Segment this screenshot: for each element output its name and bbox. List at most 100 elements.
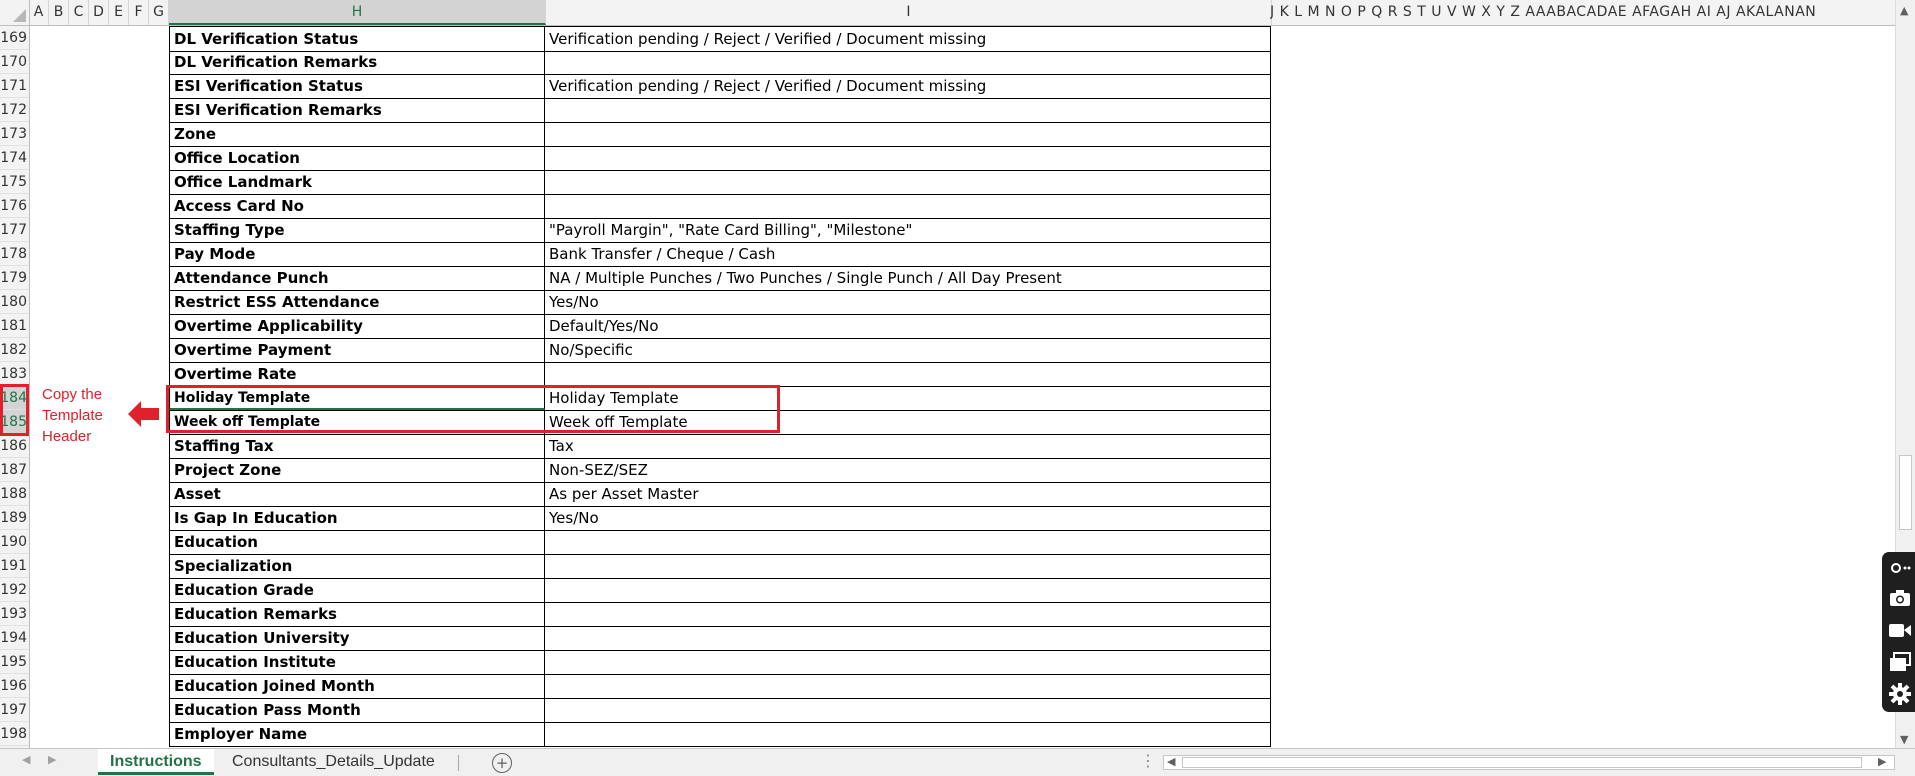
field-value-cell[interactable]: No/Specific xyxy=(545,338,1271,362)
field-value-cell[interactable] xyxy=(545,50,1271,74)
field-name-cell[interactable]: DL Verification Status xyxy=(169,27,545,51)
row-header[interactable]: 173 xyxy=(0,122,29,146)
row-header[interactable]: 175 xyxy=(0,170,29,194)
row-header[interactable]: 198 xyxy=(0,722,29,746)
field-name-cell[interactable]: Overtime Applicability xyxy=(169,314,545,338)
field-value-cell[interactable] xyxy=(545,578,1271,602)
row-header[interactable]: 183 xyxy=(0,362,29,386)
field-value-cell[interactable] xyxy=(545,674,1271,698)
field-name-cell[interactable]: Education Joined Month xyxy=(169,674,545,698)
field-name-cell[interactable]: Asset xyxy=(169,482,545,506)
field-name-cell[interactable]: Employer Name xyxy=(169,722,545,746)
row-header[interactable]: 194 xyxy=(0,626,29,650)
field-value-cell[interactable] xyxy=(545,626,1271,650)
field-name-cell[interactable]: Staffing Tax xyxy=(169,434,545,458)
field-value-cell[interactable] xyxy=(545,98,1271,122)
row-header[interactable]: 172 xyxy=(0,98,29,122)
field-value-cell[interactable] xyxy=(545,554,1271,578)
field-value-cell[interactable] xyxy=(545,146,1271,170)
field-name-cell[interactable]: Education Pass Month xyxy=(169,698,545,722)
column-header-f[interactable]: F xyxy=(129,0,149,25)
field-name-cell[interactable]: Office Landmark xyxy=(169,170,545,194)
row-header[interactable]: 190 xyxy=(0,530,29,554)
field-name-cell[interactable]: Specialization xyxy=(169,554,545,578)
field-name-cell[interactable]: ESI Verification Status xyxy=(169,74,545,98)
column-headers-narrow[interactable]: J K L M N O P Q R S T U V W X Y Z AAABAC… xyxy=(1270,0,1895,25)
field-name-cell[interactable]: Education Institute xyxy=(169,650,545,674)
row-header[interactable]: 176 xyxy=(0,194,29,218)
column-header-i[interactable]: I xyxy=(546,0,1272,25)
field-value-cell[interactable]: Tax xyxy=(545,434,1271,458)
prev-sheet-icon[interactable]: ◀ xyxy=(22,753,30,766)
column-header-a[interactable]: A xyxy=(29,0,49,25)
field-value-cell[interactable] xyxy=(545,194,1271,218)
row-header[interactable]: 174 xyxy=(0,146,29,170)
row-header[interactable]: 188 xyxy=(0,482,29,506)
video-icon[interactable] xyxy=(1888,618,1912,642)
select-all-corner[interactable] xyxy=(0,0,30,25)
field-name-cell[interactable]: Pay Mode xyxy=(169,242,545,266)
row-header[interactable]: 189 xyxy=(0,506,29,530)
camera-icon[interactable] xyxy=(1888,586,1912,610)
field-name-cell[interactable]: Overtime Rate xyxy=(169,362,545,386)
row-header[interactable]: 195 xyxy=(0,650,29,674)
field-value-cell[interactable]: Yes/No xyxy=(545,506,1271,530)
field-name-cell[interactable]: DL Verification Remarks xyxy=(169,50,545,74)
row-header[interactable]: 197 xyxy=(0,698,29,722)
column-header-b[interactable]: B xyxy=(49,0,69,25)
row-header[interactable]: 169 xyxy=(0,26,29,50)
field-name-cell[interactable]: Overtime Payment xyxy=(169,338,545,362)
scroll-right-icon[interactable]: ▶ xyxy=(1878,755,1886,768)
scroll-up-icon[interactable]: ▲ xyxy=(1900,4,1908,17)
gear-icon[interactable] xyxy=(1888,682,1912,706)
pin-icon[interactable] xyxy=(1888,556,1912,580)
field-value-cell[interactable] xyxy=(545,122,1271,146)
field-name-cell[interactable]: Education University xyxy=(169,626,545,650)
field-value-cell[interactable] xyxy=(545,650,1271,674)
row-header[interactable]: 196 xyxy=(0,674,29,698)
field-value-cell[interactable] xyxy=(545,602,1271,626)
field-value-cell[interactable]: Yes/No xyxy=(545,290,1271,314)
field-value-cell[interactable]: NA / Multiple Punches / Two Punches / Si… xyxy=(545,266,1271,290)
field-value-cell[interactable]: Default/Yes/No xyxy=(545,314,1271,338)
field-name-cell[interactable]: Restrict ESS Attendance xyxy=(169,290,545,314)
field-name-cell[interactable]: Attendance Punch xyxy=(169,266,545,290)
row-header[interactable]: 170 xyxy=(0,50,29,74)
scroll-down-icon[interactable]: ▼ xyxy=(1900,733,1908,746)
scroll-left-icon[interactable]: ◀ xyxy=(1167,755,1175,768)
screens-icon[interactable] xyxy=(1888,650,1912,674)
field-value-cell[interactable] xyxy=(545,530,1271,554)
row-header[interactable]: 171 xyxy=(0,74,29,98)
field-name-cell[interactable]: Office Location xyxy=(169,146,545,170)
field-value-cell[interactable] xyxy=(545,362,1271,386)
field-name-cell[interactable]: Staffing Type xyxy=(169,218,545,242)
column-header-h[interactable]: H xyxy=(169,0,546,25)
row-header[interactable]: 177 xyxy=(0,218,29,242)
field-name-cell[interactable]: Education Grade xyxy=(169,578,545,602)
column-header-d[interactable]: D xyxy=(89,0,109,25)
vertical-scroll-thumb[interactable] xyxy=(1899,455,1912,530)
add-sheet-button[interactable]: + xyxy=(492,753,512,773)
column-header-g[interactable]: G xyxy=(149,0,169,25)
field-value-cell[interactable]: Bank Transfer / Cheque / Cash xyxy=(545,242,1271,266)
column-header-c[interactable]: C xyxy=(69,0,89,25)
field-name-cell[interactable]: Project Zone xyxy=(169,458,545,482)
field-value-cell[interactable]: "Payroll Margin", "Rate Card Billing", "… xyxy=(545,218,1271,242)
sheet-tab-instructions[interactable]: Instructions xyxy=(98,749,214,775)
field-value-cell[interactable]: Verification pending / Reject / Verified… xyxy=(545,27,1271,51)
row-header[interactable]: 181 xyxy=(0,314,29,338)
field-name-cell[interactable]: Zone xyxy=(169,122,545,146)
row-header[interactable]: 192 xyxy=(0,578,29,602)
row-header[interactable]: 178 xyxy=(0,242,29,266)
field-name-cell[interactable]: Education xyxy=(169,530,545,554)
field-value-cell[interactable] xyxy=(545,722,1271,746)
row-header[interactable]: 193 xyxy=(0,602,29,626)
row-header[interactable]: 179 xyxy=(0,266,29,290)
field-value-cell[interactable]: Non-SEZ/SEZ xyxy=(545,458,1271,482)
sheet-tab-consultants-details-update[interactable]: Consultants_Details_Update xyxy=(220,749,447,775)
row-header[interactable]: 191 xyxy=(0,554,29,578)
field-name-cell[interactable]: ESI Verification Remarks xyxy=(169,98,545,122)
row-header[interactable]: 186 xyxy=(0,434,29,458)
next-sheet-icon[interactable]: ▶ xyxy=(48,753,56,766)
tab-bar-splitter-icon[interactable]: ⋮ xyxy=(1140,751,1156,770)
